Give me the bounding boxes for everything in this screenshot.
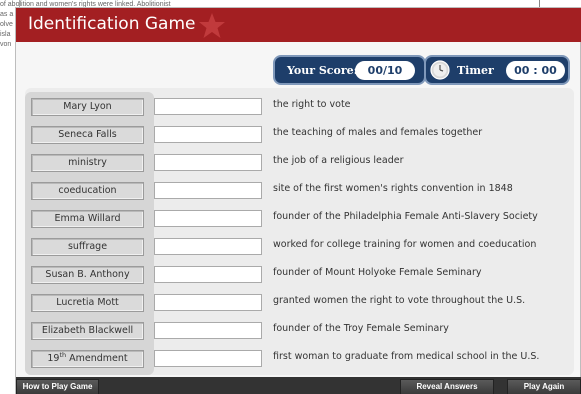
term-tile[interactable]: suffrage: [31, 238, 144, 256]
match-row: 19th Amendment first woman to graduate f…: [25, 348, 574, 370]
answer-drop-box[interactable]: [154, 126, 262, 143]
answer-drop-box[interactable]: [154, 294, 262, 311]
term-tile[interactable]: Seneca Falls: [31, 126, 144, 144]
answer-drop-box[interactable]: [154, 182, 262, 199]
answer-drop-box[interactable]: [154, 266, 262, 283]
answer-drop-box[interactable]: [154, 210, 262, 227]
background-text-line: as a: [0, 11, 14, 18]
match-row: Emma Willard founder of the Philadelphia…: [25, 208, 574, 230]
game-title: Identification Game: [28, 14, 196, 34]
definition-text: the right to vote: [273, 99, 351, 110]
answer-drop-box[interactable]: [154, 322, 262, 339]
star-icon: [199, 13, 225, 38]
definition-text: founder of the Troy Female Seminary: [273, 323, 449, 334]
match-row: Susan B. Anthony founder of Mount Holyok…: [25, 264, 574, 286]
answer-drop-box[interactable]: [154, 238, 262, 255]
definition-text: the teaching of males and females togeth…: [273, 127, 483, 138]
identification-game-window: Identification Game Your Score: 00/10 Ti…: [15, 7, 581, 394]
term-tile[interactable]: ministry: [31, 154, 144, 172]
term-tile[interactable]: Emma Willard: [31, 210, 144, 228]
timer-value: 00 : 00: [506, 61, 565, 80]
background-text-line: olve: [0, 21, 13, 28]
definition-text: site of the first women's rights convent…: [273, 183, 513, 194]
timer-label: Timer: [457, 64, 494, 77]
background-text-line: isla: [0, 31, 11, 38]
answer-drop-box[interactable]: [154, 154, 262, 171]
score-display: Your Score: 00/10: [273, 55, 426, 85]
definition-text: founder of Mount Holyoke Female Seminary: [273, 267, 482, 278]
play-again-button[interactable]: Play Again: [507, 379, 581, 394]
score-label: Your Score:: [287, 64, 358, 77]
definition-text: worked for college training for women an…: [273, 239, 537, 250]
answer-drop-box[interactable]: [154, 350, 262, 367]
term-text: Amendment: [66, 353, 128, 364]
matching-panel: Mary Lyon the right to vote Seneca Falls…: [25, 88, 574, 375]
match-row: coeducation site of the first women's ri…: [25, 180, 574, 202]
term-tile[interactable]: Susan B. Anthony: [31, 266, 144, 284]
clock-icon: [430, 60, 450, 80]
match-row: suffrage worked for college training for…: [25, 236, 574, 258]
match-row: ministry the job of a religious leader: [25, 152, 574, 174]
definition-text: the job of a religious leader: [273, 155, 404, 166]
match-row: Lucretia Mott granted women the right to…: [25, 292, 574, 314]
timer-display: Timer 00 : 00: [424, 55, 570, 85]
background-text-line: von: [0, 41, 12, 48]
definition-text: granted women the right to vote througho…: [273, 295, 526, 306]
definition-text: first woman to graduate from medical sch…: [273, 351, 540, 362]
term-tile[interactable]: 19th Amendment: [31, 350, 144, 368]
match-row: Elizabeth Blackwell founder of the Troy …: [25, 320, 574, 342]
title-bar: Identification Game: [16, 8, 581, 42]
term-tile[interactable]: coeducation: [31, 182, 144, 200]
term-tile[interactable]: Mary Lyon: [31, 98, 144, 116]
reveal-answers-button[interactable]: Reveal Answers: [400, 379, 494, 394]
term-number: 19: [47, 353, 60, 364]
how-to-play-button[interactable]: How to Play Game: [16, 379, 99, 394]
term-tile[interactable]: Lucretia Mott: [31, 294, 144, 312]
definition-text: founder of the Philadelphia Female Anti-…: [273, 211, 538, 222]
match-row: Seneca Falls the teaching of males and f…: [25, 124, 574, 146]
answer-drop-box[interactable]: [154, 98, 262, 115]
term-tile[interactable]: Elizabeth Blackwell: [31, 322, 144, 340]
bottom-toolbar: How to Play Game Reveal Answers Play Aga…: [16, 377, 581, 394]
score-value: 00/10: [355, 61, 415, 80]
match-row: Mary Lyon the right to vote: [25, 96, 574, 118]
